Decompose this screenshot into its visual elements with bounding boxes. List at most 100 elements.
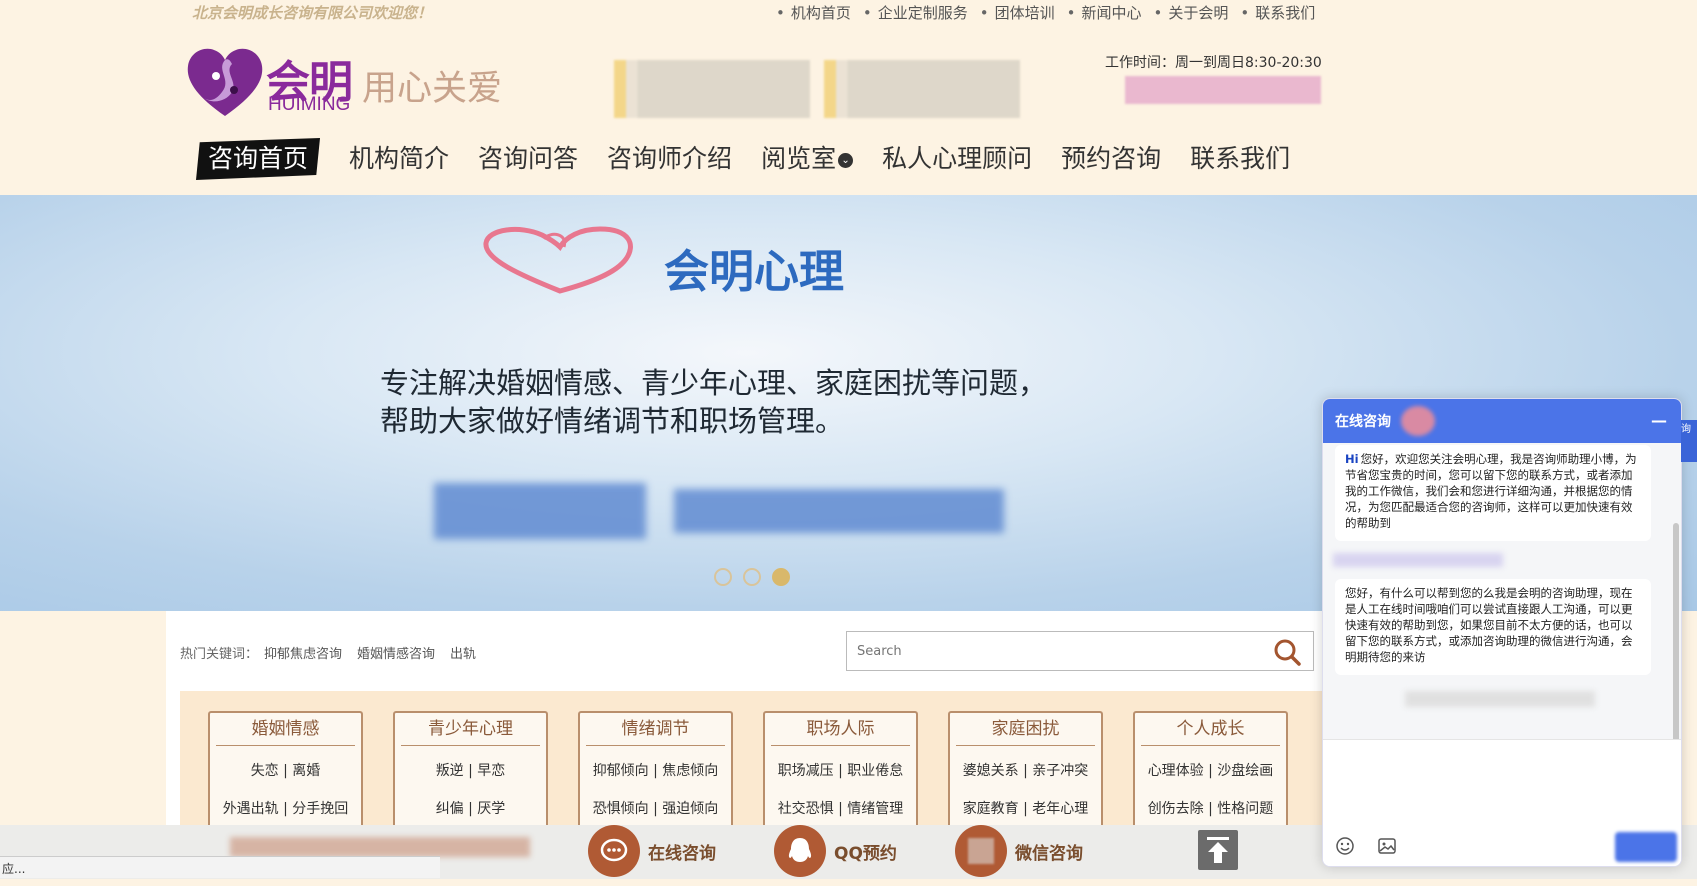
category-title: 个人成长 <box>1141 713 1280 746</box>
category-title: 家庭困扰 <box>956 713 1095 746</box>
nav-private-advisor[interactable]: 私人心理顾问 <box>882 138 1032 180</box>
category-grid: 婚姻情感 失恋 | 离婚 外遇出轨 | 分手挽回 青少年心理 叛逆 | 早恋 纠… <box>180 691 1340 841</box>
category-title: 职场人际 <box>771 713 910 746</box>
chat-input-area[interactable] <box>1323 739 1681 866</box>
toplink-group-training[interactable]: 团体培训 <box>980 2 1055 23</box>
nav-booking[interactable]: 预约咨询 <box>1061 138 1161 180</box>
category-card-family[interactable]: 家庭困扰 婆媳关系 | 亲子冲突 家庭教育 | 老年心理 <box>948 711 1103 841</box>
nav-home[interactable]: 咨询首页 <box>196 138 321 180</box>
search-box <box>846 631 1314 671</box>
category-links[interactable]: 失恋 | 离婚 <box>210 758 361 784</box>
category-card-emotion[interactable]: 情绪调节 抑郁倾向 | 焦虑倾向 恐惧倾向 | 强迫倾向 <box>578 711 733 841</box>
logo-en-text: HUIMING <box>268 94 351 115</box>
nav-about[interactable]: 机构简介 <box>349 138 449 180</box>
category-links[interactable]: 抑郁倾向 | 焦虑倾向 <box>580 758 731 784</box>
side-consult-tab[interactable]: 询 <box>1681 420 1697 462</box>
wechat-qr-icon <box>955 825 1007 877</box>
chat-bubble-icon <box>588 825 640 877</box>
qq-booking-button[interactable]: QQ预约 <box>774 825 897 877</box>
category-card-growth[interactable]: 个人成长 心理体验 | 沙盘绘画 创伤去除 | 性格问题 <box>1133 711 1288 841</box>
category-links[interactable]: 外遇出轨 | 分手挽回 <box>210 796 361 822</box>
category-card-marriage[interactable]: 婚姻情感 失恋 | 离婚 外遇出轨 | 分手挽回 <box>208 711 363 841</box>
chat-scrollbar[interactable] <box>1673 523 1679 763</box>
chat-message-greeting: Hi 您好，欢迎您关注会明心理，我是咨询师助理小博，为节省您宝贵的时间，您可以留下… <box>1335 445 1651 541</box>
category-title: 情绪调节 <box>586 713 725 746</box>
toplink-about[interactable]: 关于会明 <box>1154 2 1228 23</box>
arrow-up-icon <box>1207 837 1229 863</box>
content-panel: 热门关键词： 抑郁焦虑咨询 婚姻情感咨询 出轨 婚姻情感 失恋 | 离婚 外遇出… <box>166 611 1340 841</box>
chat-message-text: 您好，欢迎您关注会明心理，我是咨询师助理小博，为节省您宝贵的时间，您可以留下您的… <box>1345 452 1637 530</box>
qq-booking-label: QQ预约 <box>834 843 897 864</box>
carousel-dot-3[interactable] <box>772 568 790 586</box>
hot-keyword-2[interactable]: 婚姻情感咨询 <box>357 643 435 662</box>
category-card-workplace[interactable]: 职场人际 职场减压 | 职业倦怠 社交恐惧 | 情绪管理 <box>763 711 918 841</box>
nav-reading-room[interactable]: 阅览室 ⌄ <box>761 138 854 180</box>
carousel-dots <box>714 568 790 586</box>
emoji-icon[interactable] <box>1335 836 1355 856</box>
chat-avatar <box>1401 406 1435 436</box>
side-tab-label: 询 <box>1681 424 1691 435</box>
chat-messages: Hi 您好，欢迎您关注会明心理，我是咨询师助理小博，为节省您宝贵的时间，您可以留下… <box>1323 443 1681 763</box>
blurred-bottom-text <box>230 837 530 857</box>
blurred-system-note <box>1405 691 1595 707</box>
blurred-phone-2 <box>824 60 1020 118</box>
carousel-dot-2[interactable] <box>743 568 761 586</box>
hi-badge-icon: Hi <box>1345 452 1359 466</box>
welcome-text: 北京会明成长咨询有限公司欢迎您！ <box>192 4 433 22</box>
heart-logo-icon <box>187 48 263 116</box>
search-icon[interactable] <box>1273 638 1301 666</box>
chat-message-text: 您好，有什么可以帮到您的么我是会明的咨询助理，现在是人工在线时间哦咱们可以尝试直… <box>1345 586 1633 664</box>
search-input[interactable] <box>847 632 1247 670</box>
toplink-home[interactable]: 机构首页 <box>776 2 851 23</box>
category-title: 婚姻情感 <box>216 713 355 746</box>
back-to-top-button[interactable] <box>1198 830 1238 870</box>
blurred-banner-text-2 <box>674 489 1004 533</box>
category-links[interactable]: 创伤去除 | 性格问题 <box>1135 796 1286 822</box>
category-links[interactable]: 心理体验 | 沙盘绘画 <box>1135 758 1286 784</box>
toplink-news[interactable]: 新闻中心 <box>1067 2 1141 23</box>
site-header: 北京会明成长咨询有限公司欢迎您！ 机构首页 企业定制服务 团体培训 新闻中心 关… <box>0 0 1697 195</box>
hot-keywords-label: 热门关键词： <box>180 647 259 662</box>
hot-keywords: 热门关键词： 抑郁焦虑咨询 婚姻情感咨询 出轨 <box>180 643 476 662</box>
chat-toolbar <box>1335 836 1397 856</box>
chat-header: 在线咨询 — <box>1323 399 1681 443</box>
heart-outline-icon <box>483 226 633 294</box>
image-upload-icon[interactable] <box>1377 836 1397 856</box>
chat-widget: 在线咨询 — Hi 您好，欢迎您关注会明心理，我是咨询师助理小博，为节省您宝贵的时… <box>1322 398 1682 867</box>
hot-keyword-3[interactable]: 出轨 <box>450 643 476 662</box>
toplink-contact[interactable]: 联系我们 <box>1240 2 1315 23</box>
category-links[interactable]: 纠偏 | 厌学 <box>395 796 546 822</box>
blurred-contact <box>1125 76 1321 104</box>
category-card-youth[interactable]: 青少年心理 叛逆 | 早恋 纠偏 | 厌学 <box>393 711 548 841</box>
category-links[interactable]: 叛逆 | 早恋 <box>395 758 546 784</box>
carousel-dot-1[interactable] <box>714 568 732 586</box>
category-links[interactable]: 社交恐惧 | 情绪管理 <box>765 796 916 822</box>
wechat-consult-label: 微信咨询 <box>1015 843 1083 864</box>
site-logo[interactable]: 会明 HUIMING 用心关爱 <box>186 46 506 118</box>
blurred-banner-text-1 <box>434 483 646 539</box>
category-links[interactable]: 恐惧倾向 | 强迫倾向 <box>580 796 731 822</box>
nav-counselors[interactable]: 咨询师介绍 <box>607 138 732 180</box>
send-button[interactable] <box>1615 832 1677 862</box>
work-time: 工作时间：周一到周日8:30-20:30 <box>1105 55 1322 71</box>
category-links[interactable]: 家庭教育 | 老年心理 <box>950 796 1101 822</box>
blurred-agent-name <box>1333 553 1503 567</box>
category-links[interactable]: 职场减压 | 职业倦怠 <box>765 758 916 784</box>
toplink-enterprise[interactable]: 企业定制服务 <box>863 2 968 23</box>
main-nav: 咨询首页 机构简介 咨询问答 咨询师介绍 阅览室 ⌄ 私人心理顾问 预约咨询 联系… <box>196 138 1319 180</box>
hot-keyword-1[interactable]: 抑郁焦虑咨询 <box>264 643 342 662</box>
banner-tagline-2: 帮助大家做好情绪调节和职场管理。 <box>380 404 845 438</box>
banner-title: 会明心理 <box>664 245 845 298</box>
nav-qa[interactable]: 咨询问答 <box>478 138 578 180</box>
category-links[interactable]: 婆媳关系 | 亲子冲突 <box>950 758 1101 784</box>
wechat-consult-button[interactable]: 微信咨询 <box>955 825 1083 877</box>
nav-contact[interactable]: 联系我们 <box>1190 138 1290 180</box>
online-consult-label: 在线咨询 <box>648 843 716 864</box>
browser-status-bar: 应... <box>0 856 440 878</box>
minimize-icon[interactable]: — <box>1651 411 1667 431</box>
online-consult-button[interactable]: 在线咨询 <box>588 825 716 877</box>
chat-message-agent: 您好，有什么可以帮到您的么我是会明的咨询助理，现在是人工在线时间哦咱们可以尝试直… <box>1335 579 1651 675</box>
chat-title: 在线咨询 <box>1335 414 1391 430</box>
banner-tagline-1: 专注解决婚姻情感、青少年心理、家庭困扰等问题， <box>380 366 1048 400</box>
qq-icon <box>774 825 826 877</box>
